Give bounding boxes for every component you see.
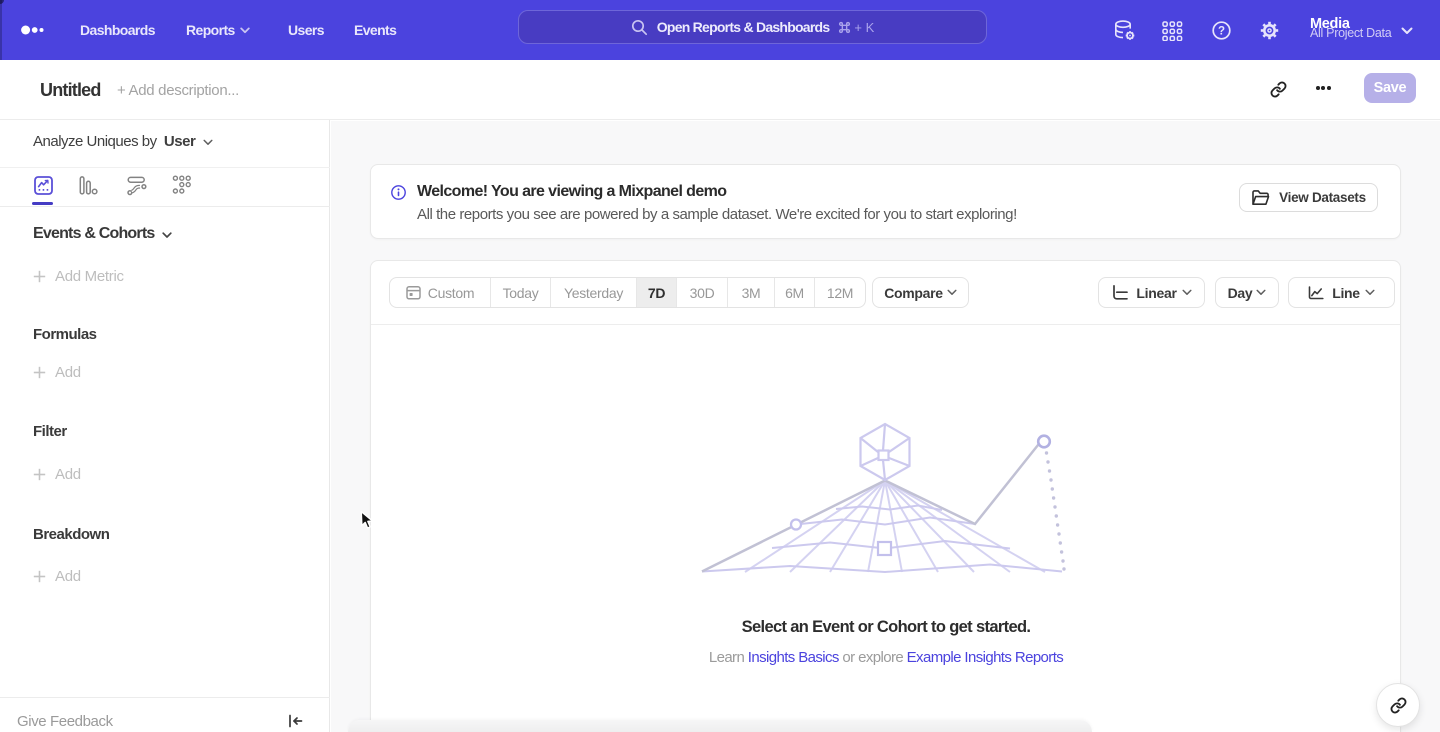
- svg-text:?: ?: [1218, 26, 1225, 38]
